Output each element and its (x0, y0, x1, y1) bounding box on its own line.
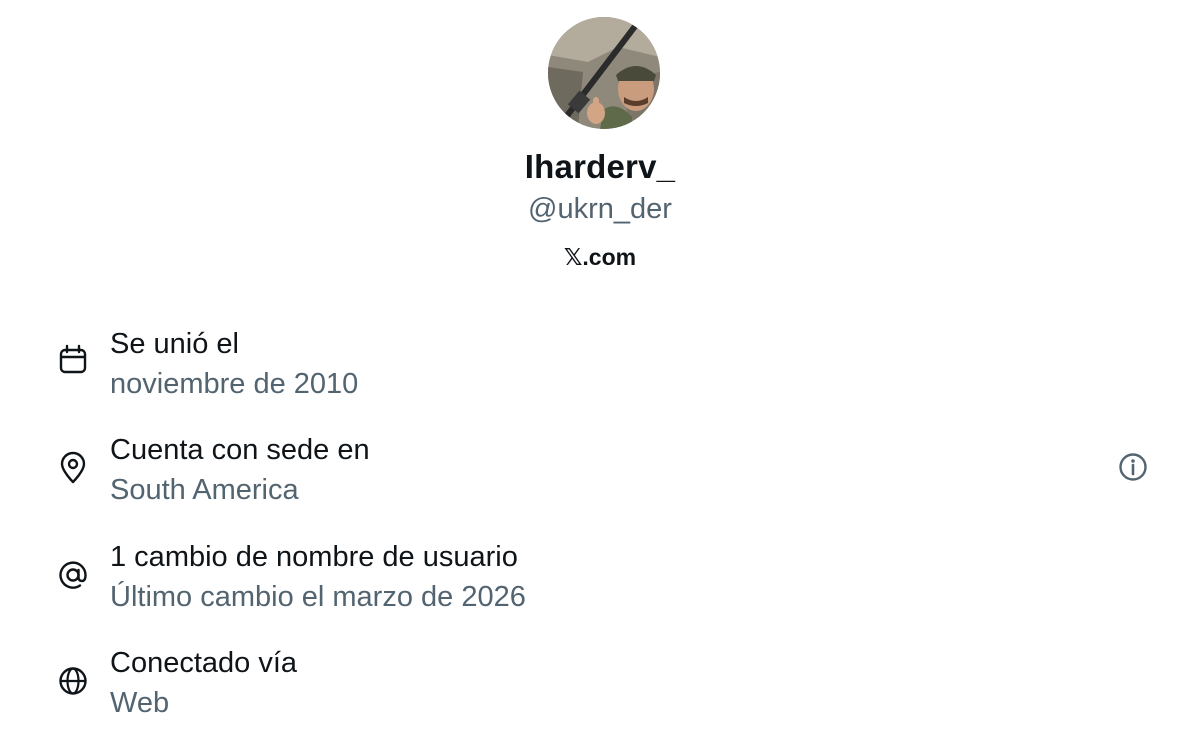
info-row-connected-via: Conectado vía Web (0, 644, 1200, 734)
row-subtitle: Último cambio el marzo de 2026 (110, 581, 526, 613)
x-logo-glyph: 𝕏 (563, 245, 583, 271)
row-title: Conectado vía (110, 647, 298, 679)
avatar[interactable] (548, 17, 660, 129)
row-subtitle: South America (110, 474, 299, 506)
info-row-joined: Se unió el noviembre de 2010 (0, 325, 1200, 415)
globe-icon (56, 664, 90, 698)
row-title: 1 cambio de nombre de usuario (110, 541, 518, 573)
calendar-icon (56, 343, 90, 377)
info-icon[interactable] (1116, 450, 1150, 484)
row-title: Se unió el (110, 328, 239, 360)
at-sign-icon (56, 558, 90, 592)
avatar-photo (548, 17, 660, 129)
row-subtitle: noviembre de 2010 (110, 368, 359, 400)
site-domain: .com (582, 244, 637, 270)
row-title: Cuenta con sede en (110, 434, 370, 466)
user-handle: @ukrn_der (528, 193, 672, 225)
site-label: 𝕏.com (0, 240, 1200, 275)
info-row-username-change: 1 cambio de nombre de usuario Último cam… (0, 538, 1200, 628)
row-subtitle: Web (110, 687, 170, 719)
display-name: Iharderv_ (524, 148, 676, 185)
location-pin-icon (56, 451, 90, 485)
info-row-location: Cuenta con sede en South America (0, 431, 1200, 521)
